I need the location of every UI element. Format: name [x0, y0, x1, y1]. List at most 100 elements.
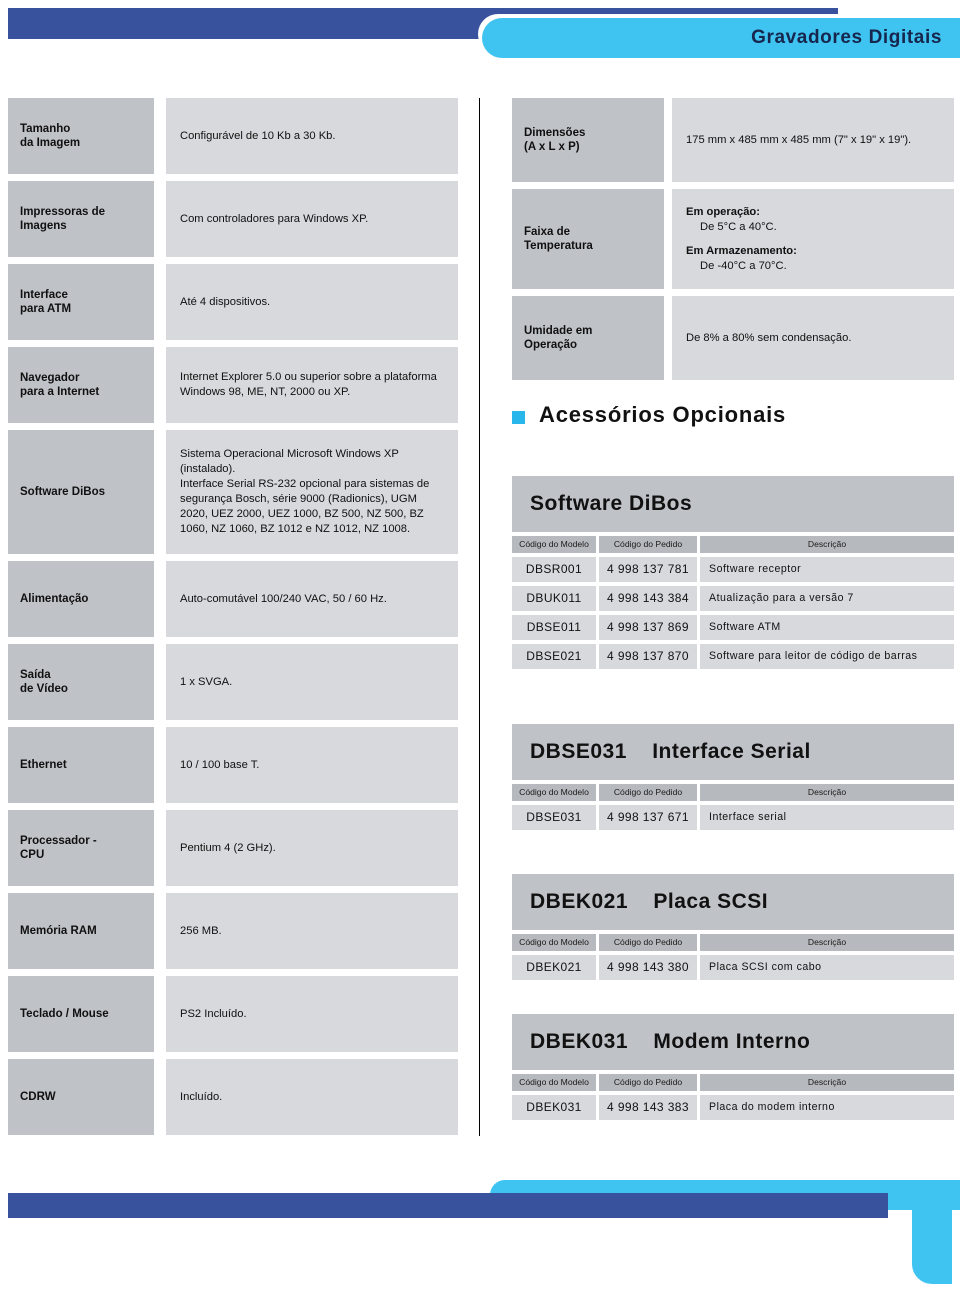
- spec-row-value: Incluído.: [166, 1059, 458, 1135]
- spec-row-value-text: De 8% a 80% sem condensação.: [686, 331, 852, 344]
- spec-row-value-line-label: Em operação:: [686, 205, 760, 218]
- spec-row-value-text: 175 mm x 485 mm x 485 mm (7" x 19" x 19"…: [686, 133, 912, 146]
- accessory-column-header: Descrição: [700, 784, 954, 801]
- spec-row-value: Auto-comutável 100/240 VAC, 50 / 60 Hz.: [166, 561, 458, 637]
- spec-row: Tamanho da Imagem Configurável de 10 Kb a …: [8, 98, 458, 174]
- accessory-order-code: 4 998 137 781: [599, 557, 697, 582]
- accessory-block-title: DBSE031 Interface Serial: [512, 724, 954, 780]
- spec-row-label: Navegador para a Internet: [8, 347, 154, 423]
- accessory-column-header: Código do Pedido: [599, 784, 697, 801]
- spec-row-value-text: Até 4 dispositivos.: [180, 295, 271, 308]
- specifications-table-right: Dimensões (A x L x P) 175 mm x 485 mm x 48…: [512, 98, 954, 387]
- accessory-column-header: Código do Modelo: [512, 1074, 596, 1091]
- spec-row: Processador - CPU Pentium 4 (2 GHz).: [8, 810, 458, 886]
- accessory-model-code: DBUK011: [512, 586, 596, 611]
- accessory-column-header: Código do Modelo: [512, 934, 596, 951]
- spec-row-value: Sistema Operacional Microsoft Windows XP…: [166, 430, 458, 554]
- spec-row-label-text: Teclado / Mouse: [20, 1008, 109, 1020]
- spec-row-value-text: 256 MB.: [180, 924, 222, 937]
- spec-row: Impressoras de Imagens Com controladores p…: [8, 181, 458, 257]
- accessory-description: Placa do modem interno: [700, 1095, 954, 1120]
- accessory-table-row: DBEK031 4 998 143 383 Placa do modem inter…: [512, 1095, 954, 1120]
- accessory-table-row: DBSE011 4 998 137 869 Software ATM: [512, 615, 954, 640]
- spec-row-value-text: 10 / 100 base T.: [180, 758, 260, 771]
- spec-row-label-text: Alimentação: [20, 593, 89, 605]
- spec-row-label-text: Processador - CPU: [20, 835, 97, 861]
- accessory-model-code: DBEK031: [512, 1095, 596, 1120]
- spec-row-value: 256 MB.: [166, 893, 458, 969]
- accessory-description: Software para leitor de código de barras: [700, 644, 954, 669]
- spec-row: Ethernet 10 / 100 base T.: [8, 727, 458, 803]
- spec-row-value: Configurável de 10 Kb a 30 Kb.: [166, 98, 458, 174]
- spec-row-label: Software DiBos: [8, 430, 154, 554]
- accessory-block: DBSE031 Interface Serial Código do Modelo…: [512, 724, 954, 830]
- spec-row-label: Interface para ATM: [8, 264, 154, 340]
- accessory-order-code: 4 998 137 870: [599, 644, 697, 669]
- spec-row: Software DiBos Sistema Operacional Micros…: [8, 430, 458, 554]
- spec-row-value-lines: Em operação: De 5°C a 40°C. Em Armazename…: [672, 196, 815, 283]
- spec-row: Saída de Vídeo 1 x SVGA.: [8, 644, 458, 720]
- spec-row-label: Saída de Vídeo: [8, 644, 154, 720]
- spec-row-label: Memória RAM: [8, 893, 154, 969]
- spec-row-value: Até 4 dispositivos.: [166, 264, 458, 340]
- spec-row-value-line-text: De -40°C a 70°C.: [700, 259, 787, 272]
- accessory-model-code: DBEK021: [512, 955, 596, 980]
- spec-row-label: Tamanho da Imagem: [8, 98, 154, 174]
- accessory-table-header: Código do Modelo Código do Pedido Descriçã…: [512, 1074, 954, 1091]
- accessory-model-code: DBSE031: [512, 805, 596, 830]
- spec-row-label-text: Umidade em Operação: [524, 325, 593, 351]
- accessory-table-header: Código do Modelo Código do Pedido Descriçã…: [512, 934, 954, 951]
- accessory-model-code: DBSE021: [512, 644, 596, 669]
- accessory-column-header: Código do Pedido: [599, 536, 697, 553]
- spec-row-label: Umidade em Operação: [512, 296, 664, 380]
- spec-row-value-text: Internet Explorer 5.0 ou superior sobre …: [180, 371, 437, 398]
- spec-row-label: Impressoras de Imagens: [8, 181, 154, 257]
- accessory-column-header: Código do Modelo: [512, 536, 596, 553]
- specifications-table-left: Tamanho da Imagem Configurável de 10 Kb a …: [8, 98, 458, 1142]
- accessory-model-code: DBSE011: [512, 615, 596, 640]
- accessory-order-code: 4 998 137 869: [599, 615, 697, 640]
- accessory-block-title: Software DiBos: [512, 476, 954, 532]
- spec-row: CDRW Incluído.: [8, 1059, 458, 1135]
- accessory-block: DBEK021 Placa SCSI Código do Modelo Código…: [512, 874, 954, 980]
- spec-row-label-text: Faixa de Temperatura: [524, 226, 593, 252]
- page-footer: [0, 1180, 960, 1296]
- accessory-model-code: DBSR001: [512, 557, 596, 582]
- spec-row-value: 1 x SVGA.: [166, 644, 458, 720]
- spec-row-label-text: CDRW: [20, 1091, 56, 1103]
- spec-row: Dimensões (A x L x P) 175 mm x 485 mm x 48…: [512, 98, 954, 182]
- spec-row-value-text: Incluído.: [180, 1090, 223, 1103]
- accessory-column-header: Código do Modelo: [512, 784, 596, 801]
- spec-row-value: Pentium 4 (2 GHz).: [166, 810, 458, 886]
- spec-row-value: 175 mm x 485 mm x 485 mm (7" x 19" x 19"…: [672, 98, 954, 182]
- spec-row-value-text: Com controladores para Windows XP.: [180, 212, 369, 225]
- spec-row: Memória RAM 256 MB.: [8, 893, 458, 969]
- spec-row-label: Processador - CPU: [8, 810, 154, 886]
- spec-row-label-text: Software DiBos: [20, 486, 105, 498]
- spec-row: Alimentação Auto-comutável 100/240 VAC, 5…: [8, 561, 458, 637]
- spec-row-label: Dimensões (A x L x P): [512, 98, 664, 182]
- accessory-order-code: 4 998 143 384: [599, 586, 697, 611]
- accessory-table-header: Código do Modelo Código do Pedido Descriçã…: [512, 536, 954, 553]
- spec-row: Faixa de Temperatura Em operação: De 5°C a…: [512, 189, 954, 289]
- accessory-description: Software ATM: [700, 615, 954, 640]
- page-header: Gravadores Digitais: [0, 0, 960, 78]
- accessories-heading-label: Acessórios Opcionais: [539, 402, 787, 427]
- accessory-column-header: Descrição: [700, 536, 954, 553]
- spec-row-label-text: Dimensões (A x L x P): [524, 127, 586, 153]
- spec-row-label: Ethernet: [8, 727, 154, 803]
- footer-riser-accent: [912, 1180, 952, 1284]
- accessory-column-header: Código do Pedido: [599, 934, 697, 951]
- accessory-column-header: Código do Pedido: [599, 1074, 697, 1091]
- spec-row: Navegador para a Internet Internet Explore…: [8, 347, 458, 423]
- spec-row-value-text: PS2 Incluído.: [180, 1007, 247, 1020]
- header-title-tab: Gravadores Digitais: [482, 18, 960, 58]
- accessory-column-header: Descrição: [700, 1074, 954, 1091]
- spec-row-value-text: Configurável de 10 Kb a 30 Kb.: [180, 129, 336, 142]
- spec-row-value-line: Em Armazenamento: De -40°C a 70°C.: [686, 244, 801, 274]
- spec-row-label: Faixa de Temperatura: [512, 189, 664, 289]
- spec-row-value: Em operação: De 5°C a 40°C. Em Armazename…: [672, 189, 954, 289]
- accessory-table-row: DBUK011 4 998 143 384 Atualização para a v…: [512, 586, 954, 611]
- page-title: Gravadores Digitais: [751, 27, 942, 48]
- accessory-column-header: Descrição: [700, 934, 954, 951]
